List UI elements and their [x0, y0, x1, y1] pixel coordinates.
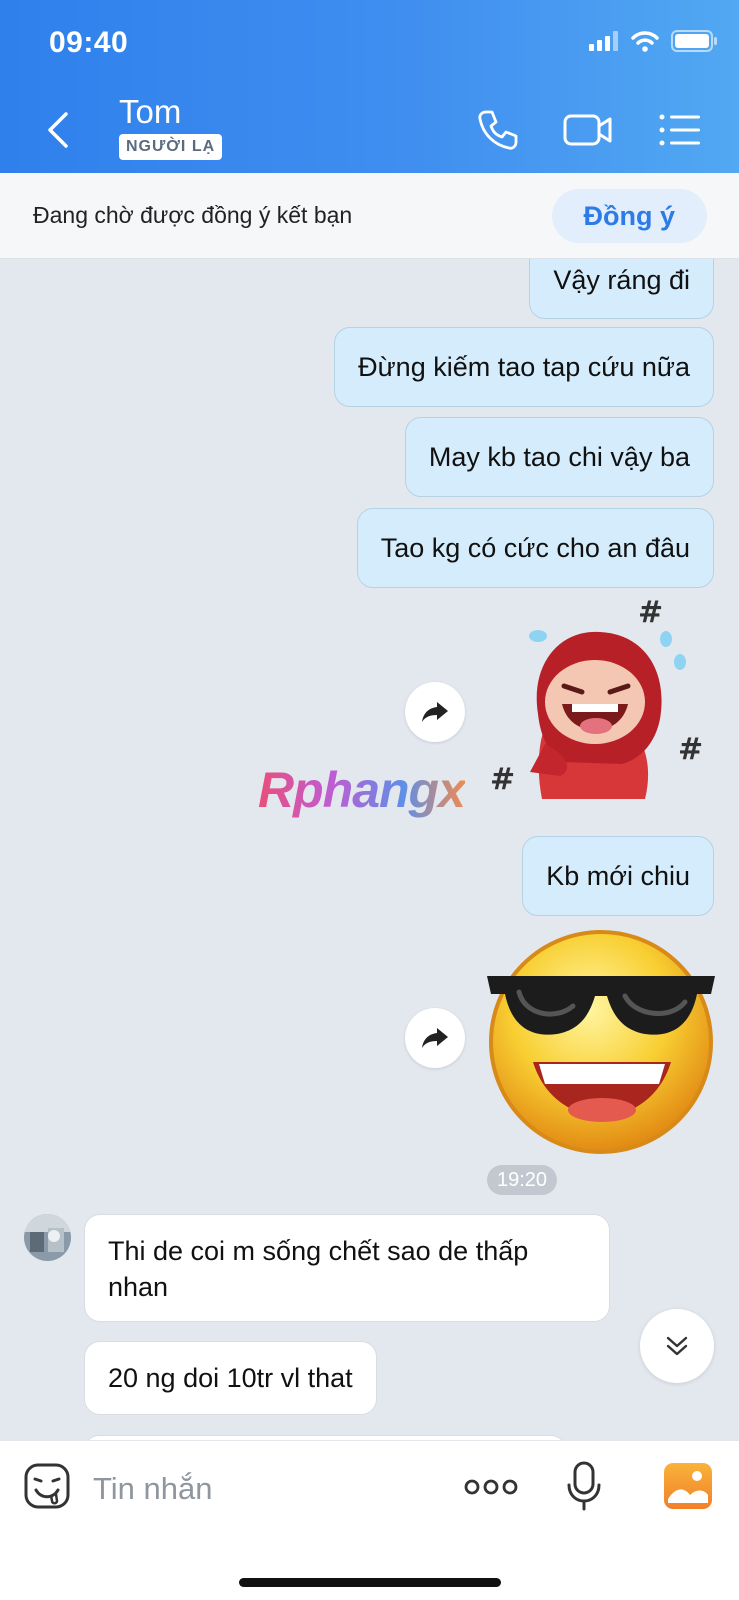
message-bubble[interactable]: May kb tao chi vậy ba [404, 417, 714, 497]
contact-avatar[interactable] [24, 1214, 71, 1261]
more-options-button[interactable] [464, 1475, 518, 1504]
friend-request-bar: Đang chờ được đồng ý kết bạn Đồng ý [0, 173, 739, 259]
message-bubble-incoming[interactable]: 20 ng doi 10tr vl that [84, 1341, 377, 1415]
back-button[interactable] [38, 108, 78, 152]
menu-list-icon [659, 114, 700, 146]
message-input[interactable]: Tin nhắn [93, 1471, 213, 1507]
forward-button[interactable] [405, 1008, 465, 1068]
svg-text:#: # [490, 762, 515, 797]
chat-area[interactable]: Vậy ráng đi Đừng kiếm tao tap cứu nữa Ma… [0, 259, 739, 1440]
avatar-image [24, 1214, 71, 1261]
microphone-icon [567, 1461, 601, 1511]
message-bubble-incoming[interactable]: Thi de coi m sống chết sao de thấp nhan [84, 1214, 610, 1322]
contact-name: Tom [119, 93, 182, 130]
scroll-to-bottom-button[interactable] [640, 1309, 714, 1383]
chat-header: 09:40 Tom NGƯỜI LẠ [0, 0, 739, 173]
battery-icon [671, 30, 717, 52]
message-line: Thi de coi m sống chết sao de thấp [108, 1236, 529, 1266]
options-button[interactable] [658, 108, 702, 152]
message-bubble[interactable]: Tao kg có cức cho an đâu [356, 508, 714, 588]
video-camera-icon [563, 114, 612, 146]
call-button[interactable] [476, 108, 520, 152]
message-bubble[interactable]: Kb mới chiu [522, 836, 714, 916]
svg-text:#: # [638, 595, 663, 630]
image-gallery-icon [664, 1463, 712, 1509]
wifi-icon [631, 31, 659, 52]
status-time: 09:40 [49, 26, 129, 59]
signal-icon [589, 31, 618, 51]
message-timestamp: 19:20 [487, 1165, 557, 1195]
stranger-badge: NGƯỜI LẠ [119, 134, 223, 160]
contact-title[interactable]: Tom NGƯỜI LẠ [119, 92, 223, 160]
crying-laugh-sticker[interactable]: # # # [490, 594, 715, 814]
message-bubble[interactable]: Vậy ráng đi [529, 259, 714, 319]
video-call-button[interactable] [562, 108, 614, 152]
emoji-face-icon [24, 1463, 70, 1509]
sunglasses-emoji-sticker[interactable] [485, 924, 717, 1156]
share-arrow-icon [422, 702, 448, 722]
watermark-text: Rphangx [258, 762, 466, 818]
more-dots-icon [464, 1479, 518, 1495]
svg-text:#: # [678, 732, 703, 767]
chevron-left-icon [48, 112, 68, 148]
status-icons [589, 30, 717, 52]
message-line: nhan [108, 1272, 169, 1302]
voice-button[interactable] [566, 1461, 602, 1516]
accept-button[interactable]: Đồng ý [551, 189, 707, 243]
share-arrow-icon [422, 1028, 448, 1048]
message-input-bar: Tin nhắn [0, 1440, 739, 1600]
home-indicator [239, 1578, 501, 1587]
pending-friend-text: Đang chờ được đồng ý kết bạn [33, 202, 353, 228]
photo-button[interactable] [664, 1463, 712, 1514]
forward-button[interactable] [405, 682, 465, 742]
double-chevron-down-icon [666, 1336, 688, 1356]
phone-icon [478, 110, 518, 150]
message-bubble[interactable]: Đừng kiếm tao tap cứu nữa [334, 327, 714, 407]
sticker-button[interactable] [24, 1463, 70, 1514]
